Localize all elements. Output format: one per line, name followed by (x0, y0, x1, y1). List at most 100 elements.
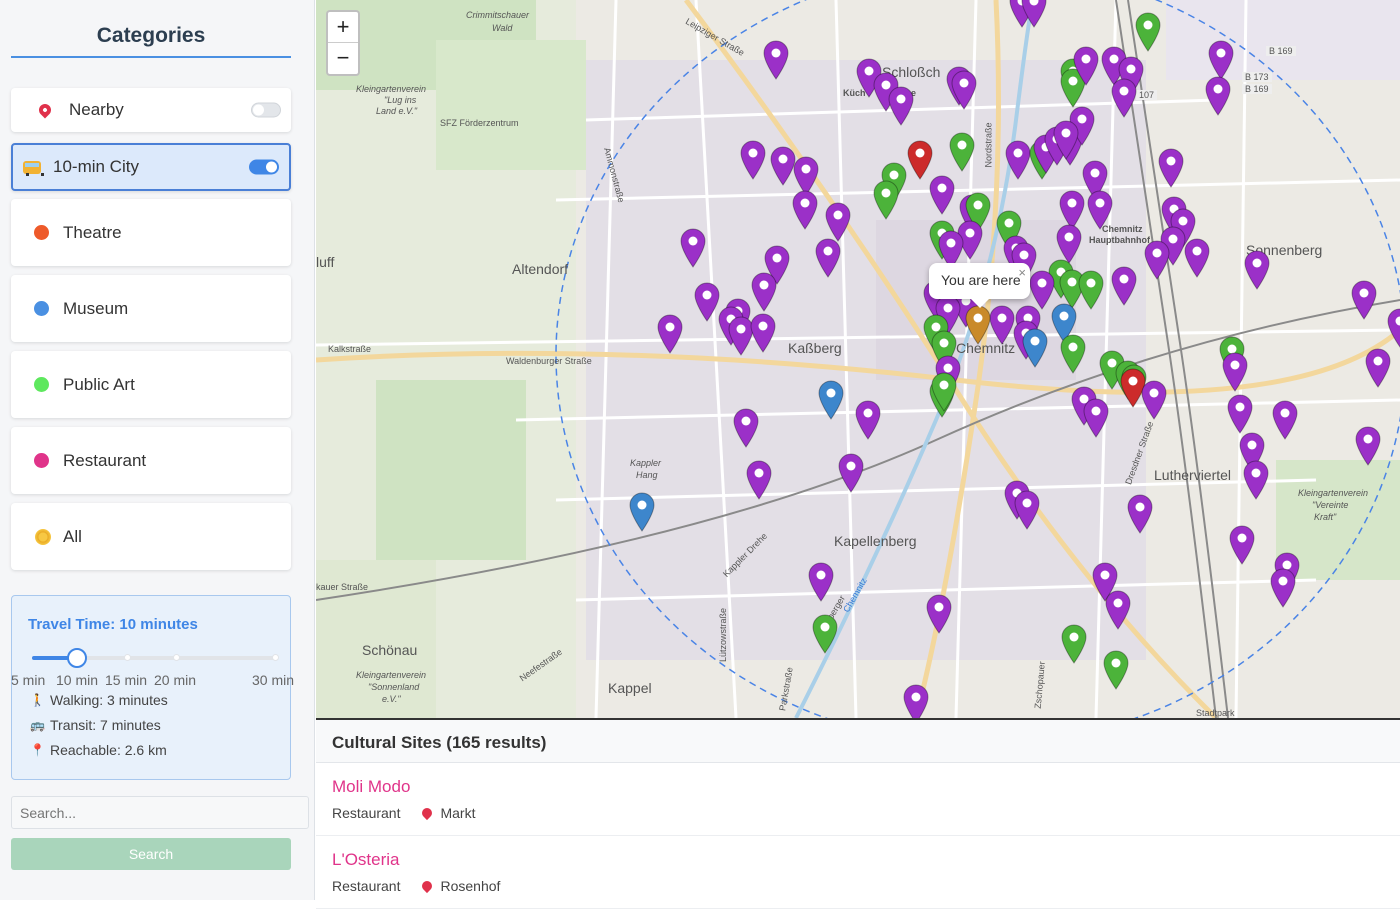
map-marker-icon[interactable] (949, 132, 975, 172)
category-public-art[interactable]: Public Art (11, 351, 291, 418)
map-marker-icon[interactable] (1158, 148, 1184, 188)
map-marker-icon[interactable] (903, 684, 929, 718)
map-marker-icon[interactable] (808, 562, 834, 602)
map-place-label: Lutherviertel (1154, 467, 1231, 483)
map-marker-icon[interactable] (1244, 250, 1270, 290)
map-marker-icon[interactable] (1272, 400, 1298, 440)
map-marker-icon[interactable] (1111, 78, 1137, 118)
map-marker-icon[interactable] (907, 140, 933, 180)
10-min-city-toggle[interactable] (249, 160, 279, 175)
zoom-out-button[interactable]: − (328, 43, 358, 74)
category-restaurant[interactable]: Restaurant (11, 427, 291, 494)
search-input[interactable] (11, 796, 309, 829)
map-marker-icon[interactable] (1222, 352, 1248, 392)
category-nearby[interactable]: Nearby (11, 88, 291, 132)
map-marker-icon[interactable] (812, 614, 838, 654)
map-marker-icon[interactable] (1053, 120, 1079, 160)
map-marker-icon[interactable] (1083, 398, 1109, 438)
close-icon[interactable]: × (1018, 265, 1026, 280)
category-theatre[interactable]: Theatre (11, 199, 291, 266)
travel-time-title: Travel Time: 10 minutes (28, 616, 198, 633)
map-marker-icon[interactable] (1135, 12, 1161, 52)
map-pin-icon: 📍 (30, 743, 44, 757)
map-place-label: Schönau (362, 642, 417, 658)
map-marker-icon[interactable] (751, 272, 777, 312)
map-marker-icon[interactable] (1243, 460, 1269, 500)
map-marker-icon[interactable] (815, 238, 841, 278)
map-marker-icon[interactable] (740, 140, 766, 180)
map-marker-icon[interactable] (965, 305, 991, 345)
map-marker-icon[interactable] (1103, 650, 1129, 690)
map-marker-icon[interactable] (694, 282, 720, 322)
map-marker-icon[interactable] (1127, 494, 1153, 534)
map-street-label: Nordstraße (984, 122, 994, 167)
result-name[interactable]: L'Osteria (332, 850, 1384, 870)
map-marker-icon[interactable] (989, 305, 1015, 345)
map-street-label: Kalkstraße (328, 344, 371, 354)
map-marker-icon[interactable] (1365, 348, 1391, 388)
result-name[interactable]: Moli Modo (332, 777, 1384, 797)
map-place-label: Kappler (630, 458, 661, 468)
map-marker-icon[interactable] (1078, 270, 1104, 310)
map-marker-icon[interactable] (1005, 140, 1031, 180)
map-marker-icon[interactable] (733, 408, 759, 448)
map-marker-icon[interactable] (929, 175, 955, 215)
map-marker-icon[interactable] (873, 180, 899, 220)
map-marker-icon[interactable] (855, 400, 881, 440)
map-marker-icon[interactable] (1060, 334, 1086, 374)
tick-label: 20 min (154, 672, 196, 688)
map-marker-icon[interactable] (1351, 280, 1377, 320)
map-marker-icon[interactable] (1355, 426, 1381, 466)
map-marker-icon[interactable] (1270, 568, 1296, 608)
list-item[interactable]: L'Osteria Restaurant Rosenhof (316, 836, 1400, 909)
map-marker-icon[interactable] (1105, 590, 1131, 630)
map-marker-icon[interactable] (1229, 525, 1255, 565)
map-marker-icon[interactable] (1014, 490, 1040, 530)
map-marker-icon[interactable] (1387, 308, 1400, 348)
map-place-label: Kleingartenverein (356, 84, 426, 94)
map-marker-icon[interactable] (1205, 76, 1231, 116)
category-all[interactable]: All (11, 503, 291, 570)
nearby-toggle[interactable] (251, 103, 281, 118)
map-marker-icon[interactable] (746, 460, 772, 500)
map-marker-icon[interactable] (680, 228, 706, 268)
map-marker-icon[interactable] (657, 314, 683, 354)
map-marker-icon[interactable] (838, 453, 864, 493)
map-marker-icon[interactable] (1073, 46, 1099, 86)
map-marker-icon[interactable] (1061, 624, 1087, 664)
map-place-label: "Lug ins (384, 95, 416, 105)
map-marker-icon[interactable] (888, 86, 914, 126)
map-marker-icon[interactable] (1141, 380, 1167, 420)
map-marker-icon[interactable] (926, 594, 952, 634)
map-view[interactable]: Crimmitschauer Wald Kleingartenverein "L… (316, 0, 1400, 718)
map-marker-icon[interactable] (1021, 0, 1047, 28)
map-marker-icon[interactable] (792, 190, 818, 230)
map-place-label: "Sonnenland (368, 682, 419, 692)
map-marker-icon[interactable] (1111, 266, 1137, 306)
map-marker-icon[interactable] (818, 380, 844, 420)
map-marker-icon[interactable] (1056, 224, 1082, 264)
zoom-control: + − (326, 10, 360, 76)
map-marker-icon[interactable] (750, 313, 776, 353)
zoom-in-button[interactable]: + (328, 12, 358, 43)
map-marker-icon[interactable] (1184, 238, 1210, 278)
map-marker-icon[interactable] (951, 70, 977, 110)
map-marker-icon[interactable] (763, 40, 789, 80)
map-marker-icon[interactable] (1087, 190, 1113, 230)
map-marker-icon[interactable] (931, 372, 957, 412)
tick-label: 15 min (105, 672, 147, 688)
map-place-label: Crimmitschauer (466, 10, 529, 20)
search-button[interactable]: Search (11, 838, 291, 870)
map-road-label: B 173 (1242, 72, 1272, 82)
list-item[interactable]: Moli Modo Restaurant Markt (316, 763, 1400, 836)
map-marker-icon[interactable] (825, 202, 851, 242)
category-10-min-city[interactable]: 10-min City (11, 143, 291, 191)
map-marker-icon[interactable] (1227, 394, 1253, 434)
map-marker-icon[interactable] (629, 492, 655, 532)
map-marker-icon[interactable] (1022, 328, 1048, 368)
category-museum[interactable]: Museum (11, 275, 291, 342)
map-marker-icon[interactable] (1144, 240, 1170, 280)
travel-time-slider[interactable] (32, 656, 276, 660)
slider-knob[interactable] (67, 648, 87, 668)
map-marker-icon[interactable] (1208, 40, 1234, 80)
